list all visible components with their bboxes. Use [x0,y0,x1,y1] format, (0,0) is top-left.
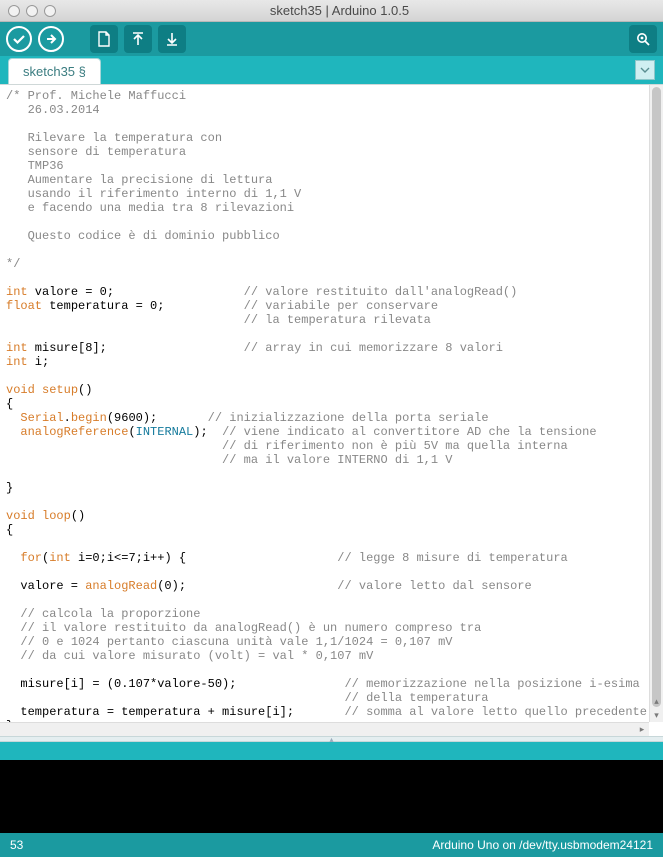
scroll-right-arrow-icon[interactable]: ▸ [635,723,649,736]
new-button[interactable] [90,25,118,53]
magnifier-icon [635,31,651,47]
console-output[interactable] [0,760,663,833]
window-titlebar: sketch35 | Arduino 1.0.5 [0,0,663,22]
status-board-port: Arduino Uno on /dev/tty.usbmodem24121 [432,838,653,852]
check-icon [12,32,26,46]
scrollbar-thumb[interactable] [652,87,661,707]
code-editor[interactable]: /* Prof. Michele Maffucci 26.03.2014 Ril… [0,84,663,736]
code-text[interactable]: /* Prof. Michele Maffucci 26.03.2014 Ril… [0,85,663,736]
chevron-down-icon [640,67,650,73]
window-minimize-button[interactable] [26,5,38,17]
window-close-button[interactable] [8,5,20,17]
verify-button[interactable] [6,26,32,52]
tab-bar: sketch35 § [0,56,663,84]
status-bar: 53 Arduino Uno on /dev/tty.usbmodem24121 [0,833,663,857]
tab-sketch35[interactable]: sketch35 § [8,58,101,84]
scroll-up-arrow-icon[interactable]: ▴ [650,694,663,708]
status-line-number: 53 [10,838,23,852]
save-button[interactable] [158,25,186,53]
serial-monitor-button[interactable] [629,25,657,53]
arrow-down-icon [165,31,179,47]
window-title: sketch35 | Arduino 1.0.5 [8,3,663,18]
horizontal-scrollbar[interactable]: ▸ [0,722,649,736]
upload-button[interactable] [38,26,64,52]
tab-menu-button[interactable] [635,60,655,80]
toolbar [0,22,663,56]
arrow-right-icon [44,32,58,46]
open-button[interactable] [124,25,152,53]
scroll-down-arrow-icon[interactable]: ▾ [650,708,663,722]
file-icon [97,31,111,47]
vertical-scrollbar[interactable]: ▴ ▾ [649,85,663,722]
tab-label: sketch35 § [23,64,86,79]
window-zoom-button[interactable] [44,5,56,17]
message-bar [0,742,663,760]
arrow-up-icon [131,31,145,47]
